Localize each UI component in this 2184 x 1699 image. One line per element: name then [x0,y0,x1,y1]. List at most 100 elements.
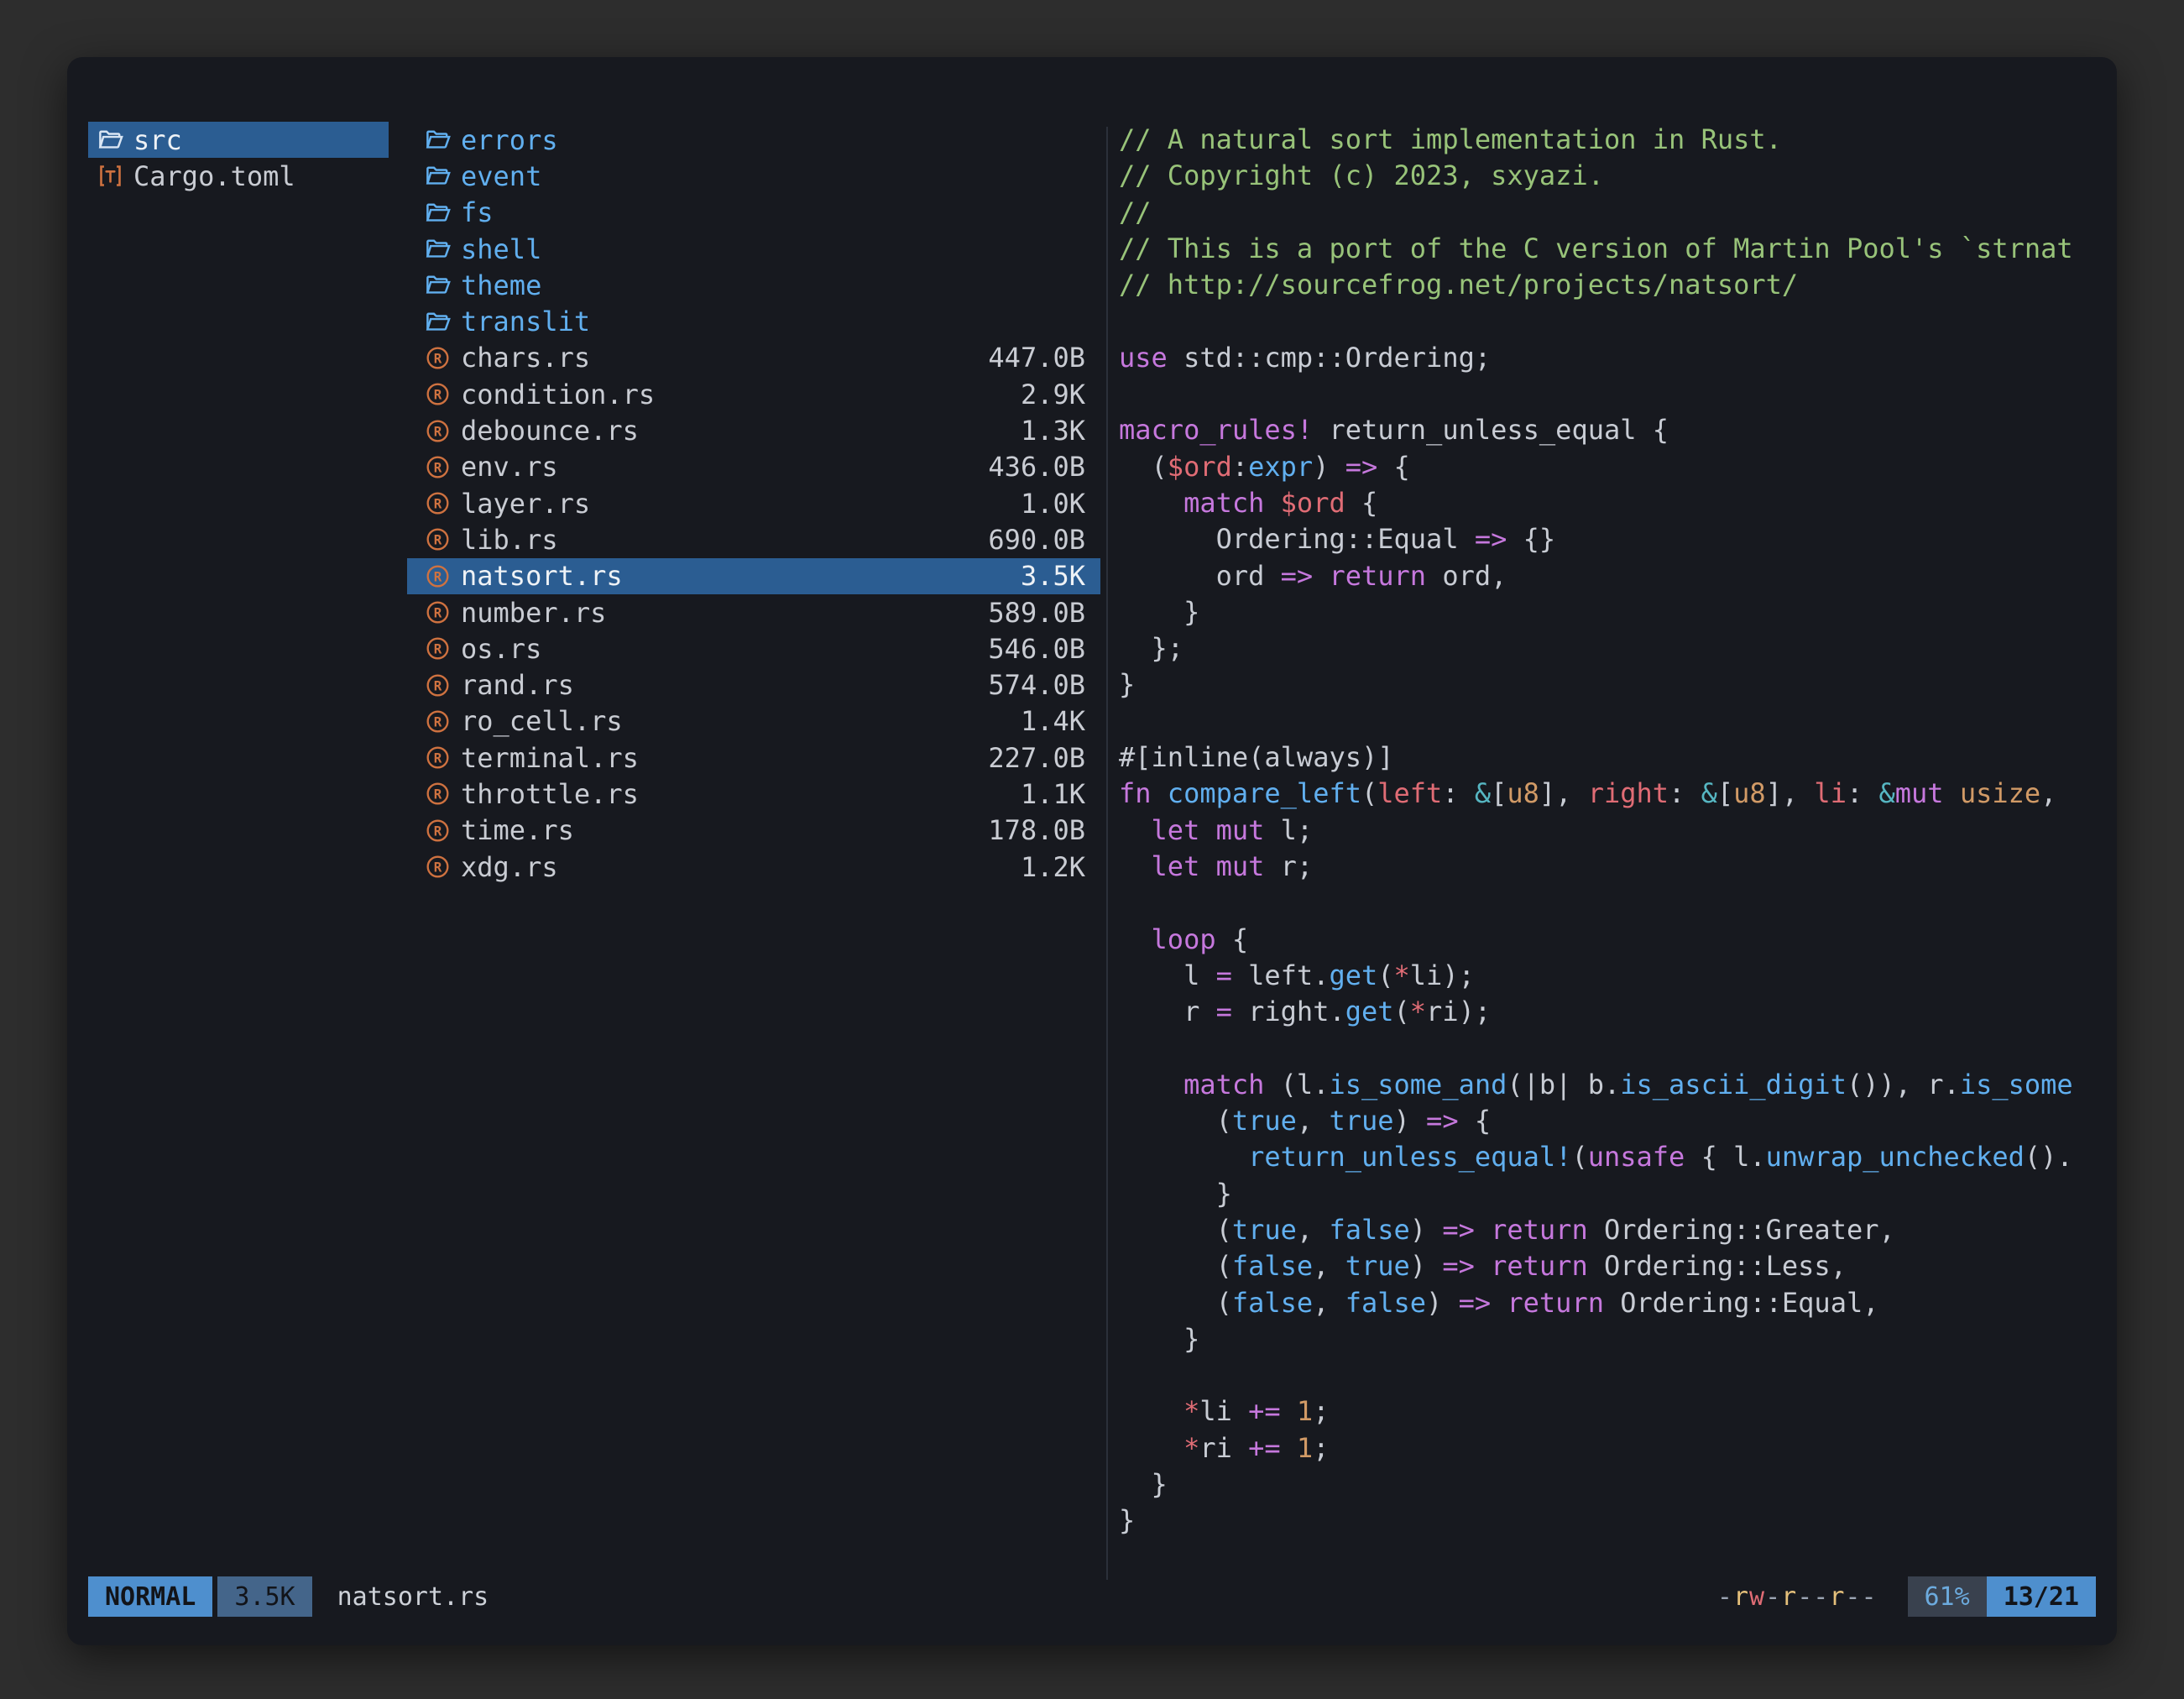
code-line: } [1119,1176,2096,1212]
file-size: 546.0B [988,633,1085,665]
preview-pane: // A natural sort implementation in Rust… [1119,122,2096,1546]
svg-text:R: R [434,750,442,766]
file-row[interactable]: fs [407,195,1100,231]
file-name: shell [461,233,541,265]
code-line: // A natural sort implementation in Rust… [1119,122,2096,158]
file-row[interactable]: R lib.rs 690.0B [407,521,1100,557]
svg-text:R: R [434,496,442,512]
file-row[interactable]: event [407,158,1100,194]
file-row[interactable]: Cargo.toml [88,158,389,194]
code-line: *ri += 1; [1119,1430,2096,1466]
pane-divider [1106,127,1108,1580]
file-name: fs [461,196,494,228]
file-row[interactable]: src [88,122,389,158]
code-line: l = left.get(*li); [1119,958,2096,994]
file-row[interactable]: R env.rs 436.0B [407,449,1100,485]
file-name: natsort.rs [461,560,623,592]
file-row[interactable]: R throttle.rs 1.1K [407,776,1100,812]
status-filename: natsort.rs [337,1582,489,1612]
folder-icon [424,162,461,190]
file-manager-window: src Cargo.toml errors event fs shell the… [67,57,2117,1645]
svg-text:R: R [434,350,442,366]
file-name: theme [461,269,541,301]
rust-icon: R [424,599,461,626]
file-name: src [133,124,182,156]
file-name: rand.rs [461,669,574,701]
code-line: (false, true) => return Ordering::Less, [1119,1248,2096,1284]
file-name: terminal.rs [461,742,639,774]
file-name: translit [461,306,590,337]
file-name: number.rs [461,597,606,629]
folder-icon [97,126,133,154]
file-name: layer.rs [461,488,590,520]
code-line: r = right.get(*ri); [1119,994,2096,1030]
code-line [1119,703,2096,740]
file-name: event [461,160,541,192]
code-line [1119,1030,2096,1066]
file-size: 589.0B [988,597,1085,629]
code-line [1119,303,2096,339]
file-name: debounce.rs [461,415,639,447]
file-size: 2.9K [1021,379,1085,410]
file-name: time.rs [461,814,574,846]
file-row[interactable]: R xdg.rs 1.2K [407,849,1100,885]
file-size: 1.3K [1021,415,1085,447]
file-size: 3.5K [1021,560,1085,592]
file-row[interactable]: shell [407,231,1100,267]
file-row[interactable]: R chars.rs 447.0B [407,340,1100,376]
rust-icon: R [424,853,461,881]
folder-icon [424,126,461,154]
file-name: Cargo.toml [133,160,295,192]
rust-icon: R [424,453,461,481]
file-size: 1.2K [1021,851,1085,883]
svg-text:R: R [434,860,442,876]
file-row[interactable]: R time.rs 178.0B [407,813,1100,849]
svg-text:R: R [434,823,442,839]
code-line: *li += 1; [1119,1393,2096,1430]
file-row[interactable]: R ro_cell.rs 1.4K [407,703,1100,740]
file-row[interactable]: errors [407,122,1100,158]
rust-icon: R [424,562,461,590]
rust-icon: R [424,525,461,553]
scroll-percent-badge: 61% [1908,1576,1987,1617]
code-line: let mut r; [1119,849,2096,885]
file-size: 574.0B [988,669,1085,701]
file-row[interactable]: R terminal.rs 227.0B [407,740,1100,776]
rust-icon: R [424,817,461,844]
file-size: 436.0B [988,451,1085,483]
file-name: ro_cell.rs [461,705,623,737]
svg-text:R: R [434,714,442,729]
file-row[interactable]: translit [407,303,1100,339]
current-pane: errors event fs shell theme translit R c… [407,122,1100,885]
rust-icon: R [424,344,461,372]
rust-icon: R [424,780,461,808]
file-name: condition.rs [461,379,655,410]
mode-badge: NORMAL [88,1576,212,1617]
file-name: throttle.rs [461,778,639,810]
rust-icon: R [424,672,461,699]
folder-icon [424,199,461,227]
file-size: 1.0K [1021,488,1085,520]
file-row[interactable]: R condition.rs 2.9K [407,376,1100,412]
panes: src Cargo.toml errors event fs shell the… [67,122,2117,1546]
code-line: } [1119,1321,2096,1357]
file-row[interactable]: R os.rs 546.0B [407,630,1100,667]
rust-icon: R [424,489,461,517]
file-row[interactable]: R natsort.rs 3.5K [407,558,1100,594]
code-line: use std::cmp::Ordering; [1119,340,2096,376]
code-line: fn compare_left(left: &[u8], right: &[u8… [1119,776,2096,812]
file-row[interactable]: R number.rs 589.0B [407,594,1100,630]
permissions: -rw-r--r-- [1717,1582,1878,1612]
file-row[interactable]: theme [407,267,1100,303]
code-line: macro_rules! return_unless_equal { [1119,412,2096,448]
file-row[interactable]: R rand.rs 574.0B [407,667,1100,703]
file-size: 447.0B [988,342,1085,374]
file-row[interactable]: R layer.rs 1.0K [407,485,1100,521]
file-name: lib.rs [461,524,558,556]
file-row[interactable]: R debounce.rs 1.3K [407,412,1100,448]
svg-text:R: R [434,787,442,802]
file-size: 690.0B [988,524,1085,556]
file-name: env.rs [461,451,558,483]
svg-text:R: R [434,423,442,439]
code-line: match (l.is_some_and(|b| b.is_ascii_digi… [1119,1067,2096,1103]
